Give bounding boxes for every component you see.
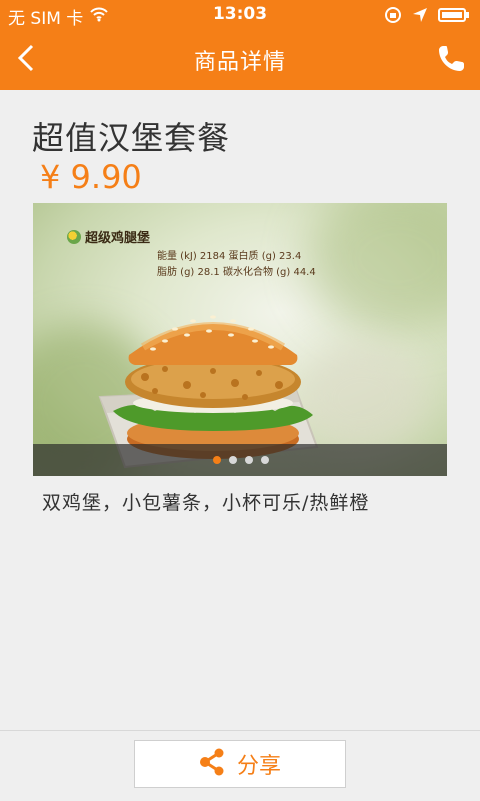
share-button[interactable]: 分享 xyxy=(134,740,346,788)
brand-label-text: 超级鸡腿堡 xyxy=(85,231,151,246)
battery-icon xyxy=(438,7,470,28)
carousel-dot[interactable] xyxy=(213,456,221,464)
status-icons xyxy=(384,6,470,29)
call-button[interactable] xyxy=(430,38,474,82)
carousel-dot[interactable] xyxy=(229,456,237,464)
share-icon xyxy=(199,748,225,780)
app-header: 无 SIM 卡 13:03 商品详情 xyxy=(0,0,480,90)
brand-leaf-icon xyxy=(67,229,81,244)
nutrition-info: 能量 (kJ) 2184 蛋白质 (g) 23.4 脂肪 (g) 28.1 碳水… xyxy=(157,249,316,281)
carousel-dot[interactable] xyxy=(261,456,269,464)
carousel-dots xyxy=(213,456,269,464)
rotation-lock-icon xyxy=(384,6,402,29)
location-icon xyxy=(412,7,428,28)
navbar: 商品详情 xyxy=(0,30,480,90)
product-name: 超值汉堡套餐 xyxy=(32,119,231,157)
nutrition-line: 脂肪 (g) 28.1 碳水化合物 (g) 44.4 xyxy=(157,267,316,278)
nutrition-line: 能量 (kJ) 2184 蛋白质 (g) 23.4 xyxy=(157,251,302,262)
product-price: ¥ 9.90 xyxy=(40,158,142,196)
background-blur xyxy=(307,203,447,333)
carousel-indicator-bar xyxy=(33,444,447,476)
bottom-bar: 分享 xyxy=(0,730,480,801)
share-label: 分享 xyxy=(236,754,281,779)
brand-label: 超级鸡腿堡 xyxy=(67,227,150,246)
carousel-dot[interactable] xyxy=(245,456,253,464)
product-description: 双鸡堡，小包薯条，小杯可乐/热鲜橙 xyxy=(42,492,370,514)
page-title: 商品详情 xyxy=(193,50,286,75)
product-image-carousel[interactable]: 超级鸡腿堡 能量 (kJ) 2184 蛋白质 (g) 23.4 脂肪 (g) 2… xyxy=(33,203,447,476)
status-bar: 无 SIM 卡 13:03 xyxy=(0,0,480,30)
phone-icon xyxy=(437,43,467,77)
